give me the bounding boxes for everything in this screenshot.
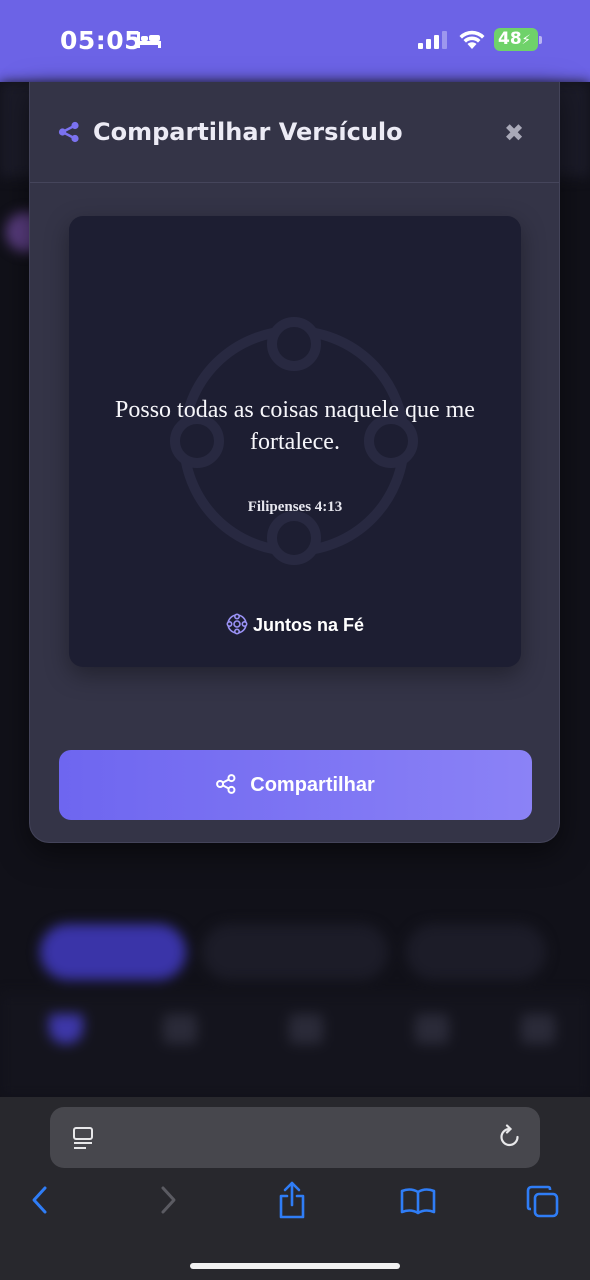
share-icon [216,753,236,823]
close-icon[interactable]: ✖ [499,118,529,148]
battery-indicator: 48⚡ [494,28,542,51]
modal-title: Compartilhar Versículo [93,118,403,146]
sleep-mode-icon [136,30,162,55]
status-time: 05:05 [60,26,143,55]
verse-card: Posso todas as coisas naquele que me for… [69,216,521,667]
url-bar[interactable] [50,1107,540,1168]
reload-icon[interactable] [498,1124,522,1155]
chevron-left-icon[interactable] [30,1185,50,1220]
background-tab [150,1014,210,1056]
background-pill [202,924,388,980]
verse-reference: Filipenses 4:13 [247,499,343,515]
share-icon [58,121,80,148]
brand-label: Juntos na Fé [69,613,521,640]
background-pill [406,924,546,980]
brand-name: Juntos na Fé [252,615,364,635]
background-tabbar [0,994,590,1097]
background-tab [276,1014,336,1056]
cellular-signal-icon [418,31,450,54]
background-tab [508,1014,568,1056]
battery-level: 48 [498,29,522,49]
tabs-icon[interactable] [526,1185,560,1224]
status-bar: 05:05 48⚡ [0,0,590,82]
verse-text: Posso todas as coisas naquele que me for… [115,397,475,455]
share-sheet-icon[interactable] [278,1181,306,1224]
background-tab [402,1014,462,1056]
background-tab [36,1014,96,1056]
share-button-label: Compartilhar [250,774,375,796]
reader-icon[interactable] [72,1126,94,1155]
community-circle-icon [226,613,248,640]
share-button[interactable]: Compartilhar [59,750,532,820]
background-pill-active [40,924,186,980]
home-indicator [190,1263,400,1269]
chevron-right-icon[interactable] [158,1185,178,1220]
wifi-icon [458,28,486,55]
modal-header: Compartilhar Versículo ✖ [30,82,559,183]
book-icon[interactable] [400,1187,436,1220]
share-verse-modal: Compartilhar Versículo ✖ Posso todas as … [29,82,560,843]
browser-chrome [0,1097,590,1280]
